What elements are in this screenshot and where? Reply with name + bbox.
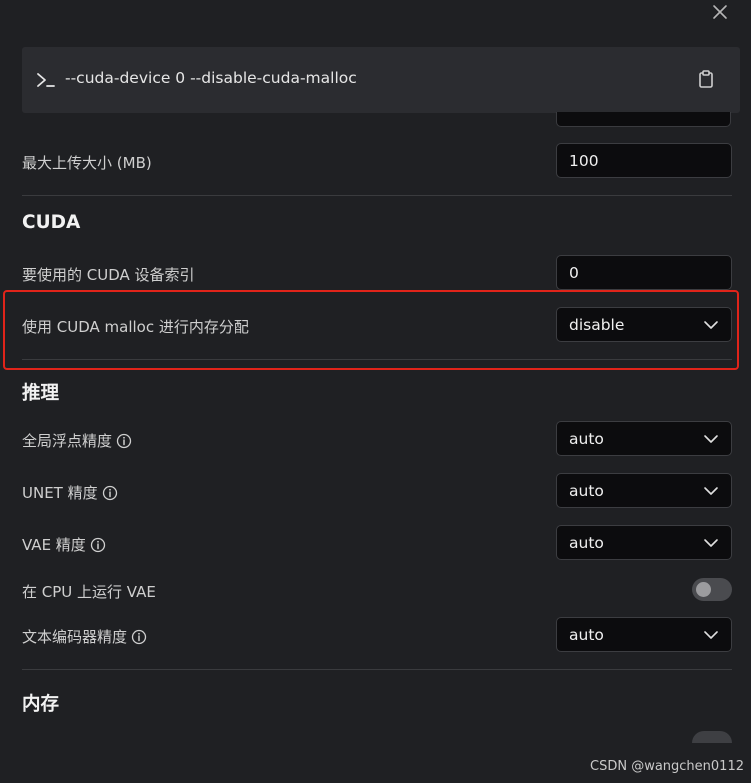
vae-precision-text: VAE 精度 [22, 536, 86, 554]
info-icon[interactable] [102, 485, 118, 501]
info-icon[interactable] [131, 629, 147, 645]
section-divider [22, 195, 732, 196]
command-text: --cuda-device 0 --disable-cuda-malloc [65, 69, 357, 87]
section-divider [22, 669, 732, 670]
unet-precision-label: UNET 精度 [22, 482, 118, 503]
max-upload-label: 最大上传大小 (MB) [22, 154, 152, 172]
watermark-text: CSDN @wangchen0112 [590, 759, 744, 774]
unet-precision-text: UNET 精度 [22, 484, 98, 502]
global-float-precision-select[interactable]: auto [556, 421, 732, 456]
vae-precision-select[interactable]: auto [556, 525, 732, 560]
cuda-section-title: CUDA [22, 212, 81, 233]
max-upload-input[interactable] [556, 143, 732, 178]
unet-precision-select[interactable]: auto [556, 473, 732, 508]
vae-precision-label: VAE 精度 [22, 534, 106, 555]
inference-section-title: 推理 [22, 383, 60, 404]
memory-section-title: 内存 [22, 694, 60, 715]
vae-on-cpu-toggle[interactable] [692, 578, 732, 601]
settings-panel: --cuda-device 0 --disable-cuda-malloc 最大… [0, 0, 751, 783]
global-float-precision-text: 全局浮点精度 [22, 432, 113, 450]
hidden-setting-input[interactable] [556, 112, 731, 127]
toggle-knob [696, 582, 711, 597]
vae-on-cpu-label: 在 CPU 上运行 VAE [22, 583, 156, 601]
chevron-down-icon [704, 434, 718, 443]
highlight-annotation-box [3, 290, 739, 370]
terminal-prompt-icon [37, 73, 55, 87]
cuda-device-index-input[interactable] [556, 255, 732, 290]
text-encoder-precision-select[interactable]: auto [556, 617, 732, 652]
text-encoder-precision-value: auto [569, 625, 604, 644]
command-preview-bar: --cuda-device 0 --disable-cuda-malloc [22, 47, 740, 113]
chevron-down-icon [704, 486, 718, 495]
chevron-down-icon [704, 538, 718, 547]
chevron-down-icon [704, 630, 718, 639]
text-encoder-precision-text: 文本编码器精度 [22, 628, 128, 646]
text-encoder-precision-label: 文本编码器精度 [22, 626, 147, 647]
close-icon [713, 5, 727, 19]
close-button[interactable] [706, 0, 734, 24]
copy-command-button[interactable] [698, 69, 718, 91]
cuda-device-index-label: 要使用的 CUDA 设备索引 [22, 266, 195, 284]
clipboard-icon [699, 70, 713, 88]
global-float-precision-value: auto [569, 429, 604, 448]
unet-precision-value: auto [569, 481, 604, 500]
global-float-precision-label: 全局浮点精度 [22, 430, 132, 451]
info-icon[interactable] [90, 537, 106, 553]
info-icon[interactable] [116, 433, 132, 449]
vae-precision-value: auto [569, 533, 604, 552]
memory-toggle[interactable] [692, 731, 732, 743]
